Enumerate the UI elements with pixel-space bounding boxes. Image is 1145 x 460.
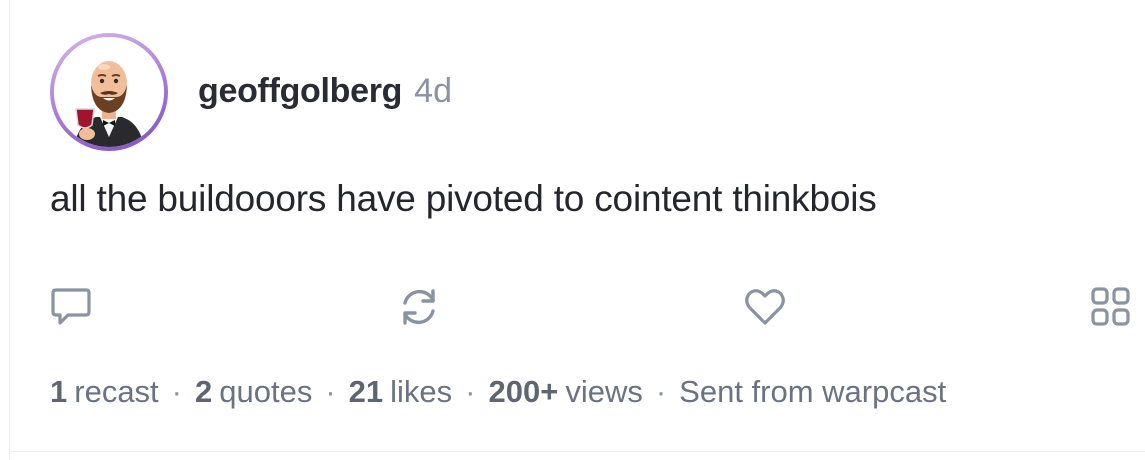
stats-separator: ·: [465, 374, 476, 409]
speech-bubble-icon: [51, 288, 91, 325]
reply-button[interactable]: [48, 284, 94, 330]
views-label: views: [565, 374, 643, 409]
recasts-stat[interactable]: 1 recast: [50, 374, 159, 410]
recast-arrows-icon: [403, 289, 435, 325]
quotes-label: quotes: [219, 374, 313, 409]
likes-count: 21: [348, 374, 384, 409]
stats-separator: ·: [171, 374, 182, 409]
avatar[interactable]: [50, 33, 168, 151]
grid-icon: [1091, 287, 1130, 326]
likes-label: likes: [390, 374, 453, 409]
quotes-stat[interactable]: 2 quotes: [195, 374, 312, 410]
avatar-image: [54, 37, 164, 147]
stats-separator: ·: [655, 374, 667, 409]
recast-button[interactable]: [396, 284, 442, 330]
post-timestamp[interactable]: 4d: [414, 72, 452, 111]
author-username[interactable]: geoffgolberg: [198, 72, 402, 111]
heart-icon: [745, 289, 785, 325]
quotes-count: 2: [195, 374, 213, 409]
recast-label: recast: [74, 374, 159, 409]
cast-header: geoffgolberg 4d: [198, 72, 452, 116]
client-source: Sent from warpcast: [679, 374, 947, 409]
avatar-illustration: [54, 37, 164, 147]
recast-count: 1: [50, 374, 68, 409]
like-button[interactable]: [742, 284, 788, 330]
cast-text: all the buildooors have pivoted to coint…: [50, 178, 877, 219]
views-count: 200+: [488, 374, 559, 409]
stats-separator: ·: [325, 374, 336, 409]
cast-stats: 1 recast · 2 quotes · 21 likes · 200+ views …: [50, 374, 946, 418]
more-button[interactable]: [1088, 284, 1134, 330]
views-stat: 200+ views: [488, 374, 642, 410]
cast-card: geoffgolberg 4d all the buildooors have …: [0, 0, 1145, 460]
left-divider: [9, 0, 10, 460]
bottom-divider: [9, 451, 1145, 452]
likes-stat[interactable]: 21 likes: [349, 374, 453, 410]
